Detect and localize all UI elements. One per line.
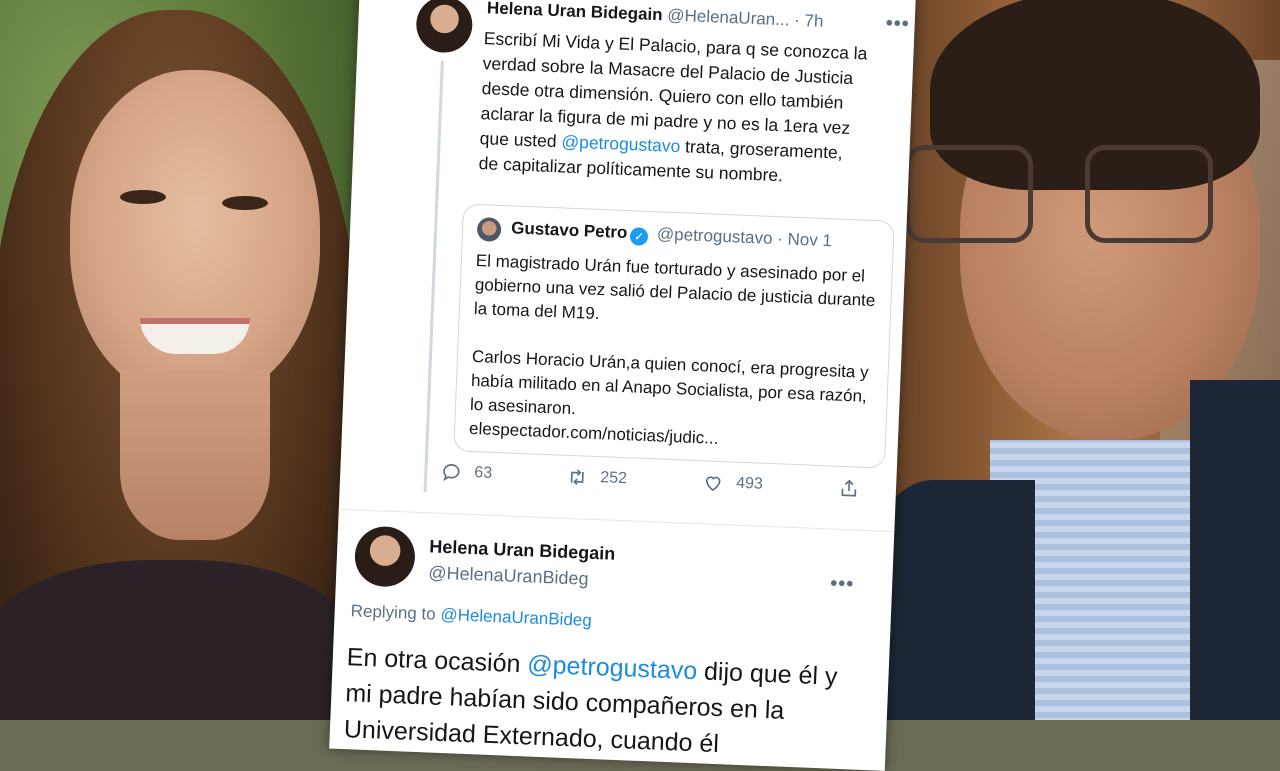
avatar[interactable] [353,525,417,588]
like-button[interactable]: 493 [702,471,764,495]
quoted-paragraph: El magistrado Urán fue torturado y asesi… [473,251,876,324]
quoted-author-handle: @petrogustavo · Nov 1 [656,224,833,251]
reply-count: 63 [474,464,493,482]
reply-text-segment: En otra ocasión [346,643,528,679]
like-count: 493 [735,474,764,493]
retweet-count: 252 [599,469,628,488]
author-name[interactable]: Helena Uran Bidegain [487,0,663,24]
quoted-link[interactable]: elespectador.com/noticias/judic... [469,417,875,457]
man-jacket-right [1190,380,1280,720]
main-tweet-text: Escribí Mi Vida y El Palacio, para q se … [478,26,904,193]
reply-author-handle[interactable]: @HelenaUranBideg [428,562,589,589]
tweet-text-segment: que usted [479,128,562,152]
reply-tweet-text: En otra ocasión @petrogustavo dijo que é… [343,639,867,768]
mention-link[interactable]: @petrogustavo [561,131,681,156]
divider [338,508,895,533]
quoted-tweet[interactable]: Gustavo Petro ✓ @petrogustavo · Nov 1 El … [453,203,895,469]
woman-portrait-body [0,560,360,720]
mention-link[interactable]: @petrogustavo [527,650,698,685]
replying-handle-link[interactable]: @HelenaUranBideg [440,605,592,630]
quoted-paragraph-text: Carlos Horacio Urán,a quien conocí, era … [469,346,869,419]
heart-icon [705,476,721,492]
quoted-paragraph: Carlos Horacio Urán,a quien conocí, era … [469,345,878,457]
reply-button[interactable]: 63 [440,461,493,485]
share-icon [841,479,857,497]
reply-icon [443,464,460,482]
reply-author-name[interactable]: Helena Uran Bidegain [429,536,616,564]
woman-portrait-neck [120,370,270,540]
retweet-icon [570,469,584,486]
quoted-tweet-text: El magistrado Urán fue torturado y asesi… [469,249,881,457]
thread-line [423,60,444,493]
replying-to-line: Replying to @HelenaUranBideg [350,601,592,631]
tweet-time[interactable]: · 7h [794,11,824,31]
verified-badge-icon: ✓ [629,227,649,246]
quoted-author-name: Gustavo Petro [510,218,628,243]
author-handle[interactable]: @HelenaUran... [667,6,790,30]
quoted-avatar [476,217,502,242]
tweet-screenshot-card: Helena Uran Bidegain @HelenaUran... · 7h… [329,0,917,771]
share-button[interactable] [838,477,861,500]
man-glasses [905,145,1225,245]
woman-right-eye [222,196,268,210]
more-options-icon[interactable]: ••• [885,12,910,36]
woman-left-eye [120,190,166,204]
quoted-tweet-header: Gustavo Petro ✓ @petrogustavo · Nov 1 [511,218,833,253]
tweet-text-segment: trata, groseramente, [679,136,844,163]
tweet-actions: 63 252 493 [440,461,871,508]
avatar[interactable] [415,0,474,54]
retweet-button[interactable]: 252 [566,466,628,490]
main-tweet-header: Helena Uran Bidegain @HelenaUran... · 7h [487,0,824,32]
more-options-icon[interactable]: ••• [830,573,855,597]
replying-label: Replying to [350,601,441,624]
